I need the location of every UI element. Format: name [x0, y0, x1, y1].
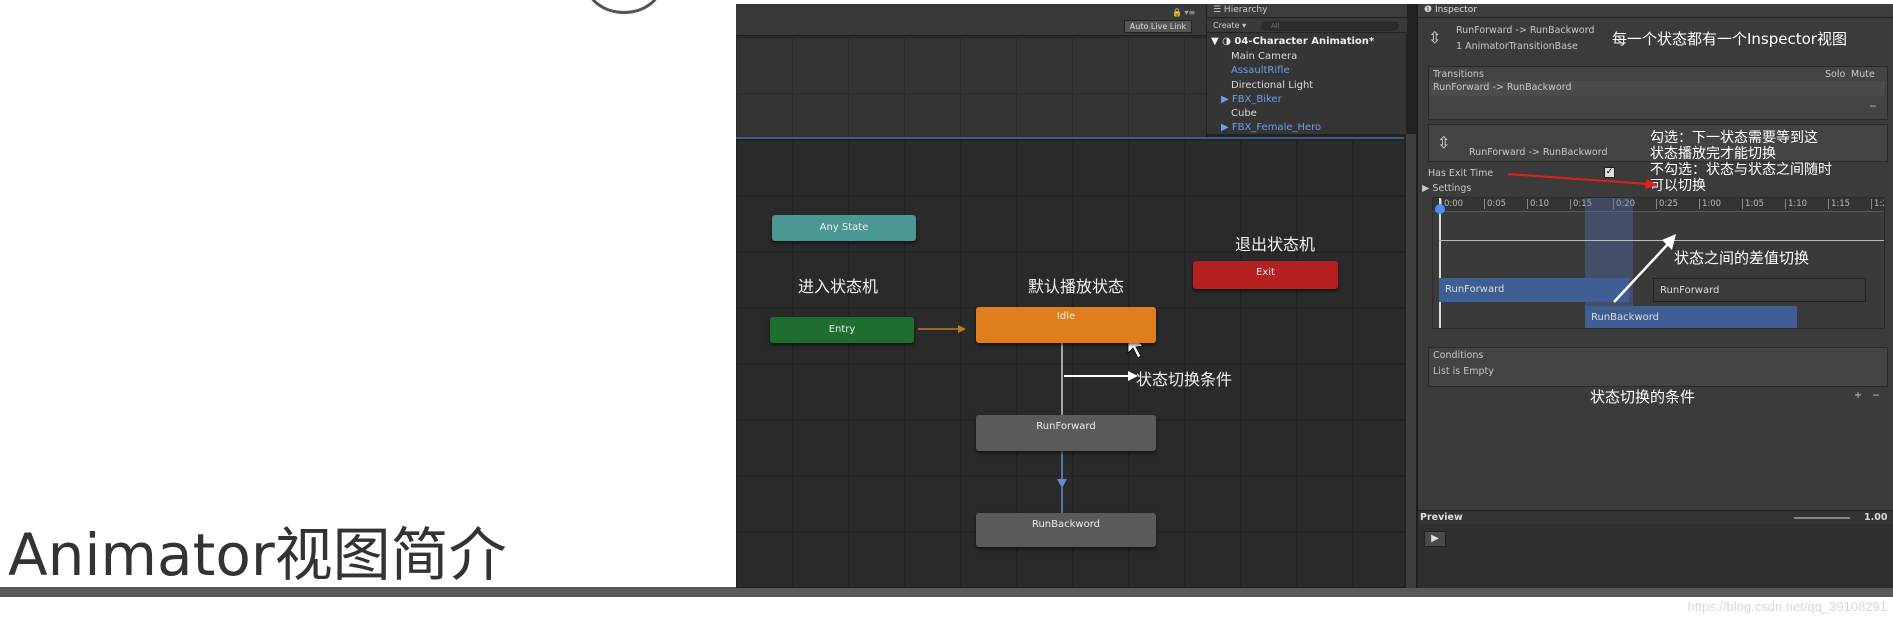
label-exit-state-machine: 退出状态机 [1235, 235, 1316, 254]
play-button[interactable]: ▶ [1424, 531, 1446, 547]
scene-name: 04-Character Animation* [1234, 36, 1375, 47]
remove-transition-button[interactable]: − [1869, 101, 1877, 112]
annotation-exit-time-line-4: 可以切换 [1650, 178, 1706, 194]
inspector-window: ❶ Inspector ⇳ RunForward -> RunBackword … [1416, 4, 1893, 588]
hierarchy-search-input[interactable]: All [1261, 21, 1399, 31]
unity-editor-screenshot: 🔒 ▾≡ Auto Live Link Any State Entry Idle… [736, 4, 1893, 588]
runbackword-arrowhead [1057, 479, 1067, 488]
inspector-header-sub: 1 AnimatorTransitionBase [1456, 41, 1578, 52]
state-runforward[interactable]: RunForward [976, 415, 1156, 451]
blend-annotation-arrow [1613, 234, 1676, 303]
timeline-tick: 1:05 [1742, 199, 1764, 209]
transition-row-label: RunForward -> RunBackword [1433, 82, 1572, 93]
hierarchy-tab[interactable]: ☰ Hierarchy [1207, 4, 1407, 18]
annotation-blend: 状态之间的差值切换 [1674, 249, 1810, 267]
add-condition-button[interactable]: + [1854, 390, 1862, 401]
state-idle[interactable]: Idle [976, 307, 1156, 343]
transition-timeline[interactable]: 0:00 0:05 0:10 0:15 0:20 0:25 1:00 1:05 1:10 1:15… [1432, 197, 1885, 329]
state-exit[interactable]: Exit [1193, 261, 1338, 289]
animator-scrollbar[interactable] [1406, 134, 1416, 588]
annotation-exit-time-line-2: 状态播放完才能切换 [1650, 146, 1776, 162]
preview-bar: Preview 1.00 [1418, 510, 1893, 524]
scene-root[interactable]: ▼ ◑ 04-Character Animation* [1211, 36, 1374, 47]
hierarchy-item-cube[interactable]: Cube [1231, 108, 1257, 119]
transition-row[interactable]: RunForward -> RunBackword [1431, 81, 1885, 96]
timeline-tick: 0:05 [1484, 199, 1506, 209]
annotation-conditions: 状态切换的条件 [1590, 388, 1696, 406]
clip-runbackword[interactable]: RunBackword [1585, 306, 1797, 328]
timeline-tick: 1:10 [1785, 199, 1807, 209]
slide: Animator视图简介 https://blog.csdn.net/qq_39… [0, 0, 1893, 624]
settings-label: Settings [1432, 183, 1472, 194]
annotation-exit-time-line-3: 不勾选：状态与状态之间随时 [1650, 162, 1832, 178]
clip-runforward-a[interactable]: RunForward [1439, 278, 1629, 302]
timeline-tick: 0:25 [1656, 199, 1678, 209]
inspector-header-title: RunForward -> RunBackword [1456, 25, 1595, 36]
conditions-empty: List is Empty [1433, 366, 1494, 377]
transition-detail-icon: ⇳ [1437, 133, 1451, 152]
timeline-playhead[interactable] [1439, 198, 1441, 328]
label-transition-condition: 状态切换条件 [1136, 370, 1233, 389]
playhead-knob[interactable] [1435, 204, 1445, 214]
auto-live-link-button[interactable]: Auto Live Link [1124, 20, 1192, 33]
timeline-tick: 1:00 [1699, 199, 1721, 209]
hierarchy-item-directional-light[interactable]: Directional Light [1231, 80, 1313, 91]
entry-arrowhead [958, 325, 966, 333]
preview-speed-slider[interactable] [1794, 517, 1850, 519]
transitions-header: Transitions [1433, 69, 1484, 80]
hierarchy-window: ☰ Hierarchy Create ▾ All ▼ ◑ 04-Characte… [1206, 4, 1407, 134]
state-entry[interactable]: Entry [770, 317, 914, 343]
fbx-biker-label: FBX_Biker [1231, 94, 1282, 105]
timeline-tick: 1:2 [1871, 199, 1884, 209]
state-runbackword[interactable]: RunBackword [976, 513, 1156, 547]
preview-label: Preview [1420, 512, 1463, 523]
timeline-tick: 0:10 [1527, 199, 1549, 209]
transitions-panel: Transitions Solo Mute RunForward -> RunB… [1428, 66, 1888, 120]
hierarchy-item-main-camera[interactable]: Main Camera [1231, 51, 1297, 62]
annotation-exit-time-line-1: 勾选：下一状态需要等到这 [1650, 130, 1818, 146]
remove-condition-button[interactable]: − [1872, 390, 1880, 401]
settings-foldout[interactable]: ▶ Settings [1422, 183, 1471, 194]
slide-title: Animator视图简介 [8, 521, 507, 589]
inspector-tab-label: Inspector [1434, 5, 1477, 15]
label-default-state: 默认播放状态 [1028, 277, 1125, 296]
preview-speed: 1.00 [1864, 512, 1888, 523]
create-dropdown[interactable]: Create ▾ [1213, 21, 1246, 30]
lock-icon[interactable]: 🔒 ▾≡ [1172, 8, 1195, 17]
conditions-panel: Conditions List is Empty [1428, 347, 1888, 387]
hierarchy-item-fbx-biker[interactable]: ▶ FBX_Biker [1221, 94, 1282, 105]
state-any-state[interactable]: Any State [772, 215, 916, 241]
inspector-tab[interactable]: ❶ Inspector [1418, 4, 1893, 18]
info-icon: ❶ [1424, 5, 1435, 15]
slide-decor-circle [584, 0, 664, 14]
transition-icon: ⇳ [1428, 28, 1442, 47]
preview-area: ▶ [1418, 524, 1893, 588]
animator-toolbar: 🔒 ▾≡ Auto Live Link [736, 4, 1206, 36]
conditions-header: Conditions [1433, 350, 1484, 361]
annotation-exit-time: 勾选：下一状态需要等到这 状态播放完才能切换 不勾选：状态与状态之间随时 可以切… [1650, 130, 1832, 194]
animator-graph[interactable]: Any State Entry Idle Exit RunForward Run… [736, 137, 1404, 588]
slide-bottom-bar [0, 587, 1893, 597]
label-enter-state-machine: 进入状态机 [798, 277, 879, 296]
hierarchy-item-fbx-female-hero[interactable]: ▶ FBX_Female_Hero [1221, 122, 1321, 133]
hierarchy-item-assault-rifle[interactable]: AssaultRifle [1231, 65, 1290, 76]
transition-detail-label: RunForward -> RunBackword [1469, 147, 1608, 158]
mute-label: Mute [1851, 69, 1875, 80]
hierarchy-toolbar: Create ▾ All [1207, 19, 1407, 33]
animator-grid-top [736, 37, 1206, 137]
annotation-inspector: 每一个状态都有一个Inspector视图 [1612, 30, 1847, 48]
watermark: https://blog.csdn.net/qq_39108291 [1687, 599, 1888, 614]
timeline-tick: 1:15 [1828, 199, 1850, 209]
exit-time-red-arrow [1507, 173, 1658, 189]
solo-label: Solo [1825, 69, 1846, 80]
fbx-female-hero-label: FBX_Female_Hero [1231, 122, 1322, 133]
has-exit-time-label: Has Exit Time [1428, 168, 1494, 179]
